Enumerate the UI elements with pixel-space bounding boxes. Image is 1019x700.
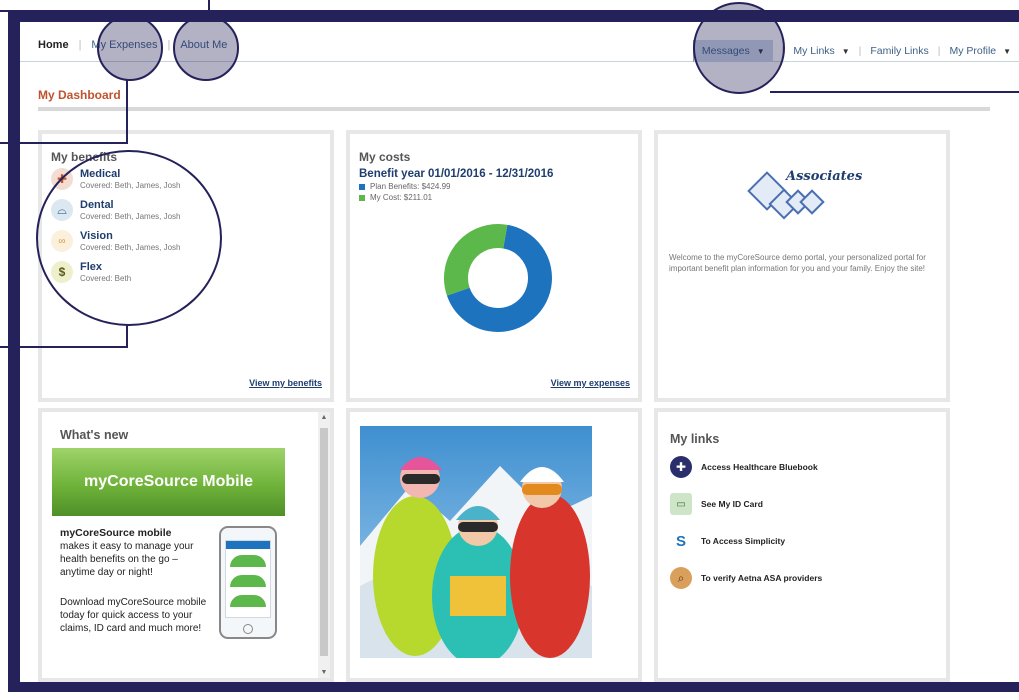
mobile-text-1: makes it easy to manage your health bene…	[60, 541, 194, 578]
scroll-thumb[interactable]	[320, 428, 328, 656]
top-nav: Home | My Expenses | About Me Messages ▼…	[20, 22, 1019, 62]
skiers-photo	[360, 426, 592, 658]
highlight-about-me	[173, 15, 239, 81]
legend-label: My Cost: $211.01	[370, 193, 433, 202]
view-benefits-link[interactable]: View my benefits	[249, 378, 322, 388]
nav-my-profile[interactable]: My Profile ▼	[949, 45, 1011, 57]
id-card-icon: ▭	[670, 493, 692, 515]
nav-sep: |	[858, 45, 862, 57]
callout-line	[770, 91, 1019, 93]
mobile-heading: myCoreSource mobile	[60, 527, 172, 539]
link-healthcare-bluebook[interactable]: ✚ Access Healthcare Bluebook	[670, 456, 822, 478]
link-id-card[interactable]: ▭ See My ID Card	[670, 493, 822, 515]
chevron-down-icon: ▼	[841, 47, 850, 56]
costs-card: My costs Benefit year 01/01/2016 - 12/31…	[346, 130, 642, 402]
costs-title: My costs	[359, 150, 411, 164]
banner-text: myCoreSource Mobile	[84, 473, 253, 490]
photo-card	[346, 408, 642, 682]
scrollbar[interactable]: ▲ ▼	[318, 412, 330, 678]
callout-line	[0, 346, 128, 348]
benefit-year: Benefit year 01/01/2016 - 12/31/2016	[359, 168, 554, 180]
view-expenses-link[interactable]: View my expenses	[551, 378, 630, 388]
associates-logo-text: Associates	[786, 169, 863, 184]
nav-sep: |	[167, 39, 171, 51]
mobile-banner: myCoreSource Mobile	[52, 448, 285, 516]
phone-screen	[225, 540, 271, 618]
nav-my-links[interactable]: My Links ▼	[793, 45, 849, 57]
mobile-text-2: Download myCoreSource mobile today for q…	[60, 597, 207, 634]
legend-swatch	[359, 194, 365, 201]
nav-sep: |	[78, 39, 82, 51]
link-label: To Access Simplicity	[701, 536, 786, 546]
nav-my-links-label: My Links	[793, 45, 835, 57]
whats-new-card: What's new myCoreSource Mobile myCoreSou…	[38, 408, 334, 682]
phone-gauge	[230, 575, 266, 587]
legend-plan-benefits: Plan Benefits: $424.99	[359, 182, 630, 191]
highlight-messages	[693, 2, 785, 94]
divider	[38, 107, 990, 111]
nav-home[interactable]: Home	[38, 39, 69, 51]
callout-line	[126, 324, 128, 348]
cost-donut-chart	[444, 224, 552, 332]
nav-my-profile-label: My Profile	[949, 45, 997, 57]
callout-line	[208, 0, 210, 12]
legend-label: Plan Benefits: $424.99	[370, 182, 451, 191]
link-simplicity[interactable]: S To Access Simplicity	[670, 530, 822, 552]
phone-gauge	[230, 555, 266, 567]
legend-my-cost: My Cost: $211.01	[359, 193, 630, 202]
page-title: My Dashboard	[38, 88, 121, 102]
scroll-up-icon[interactable]: ▲	[318, 412, 330, 421]
callout-line	[126, 79, 128, 144]
scroll-down-icon[interactable]: ▼	[318, 669, 330, 676]
link-label: See My ID Card	[701, 499, 763, 509]
phone-header	[226, 541, 270, 549]
highlight-benefits-list	[36, 150, 222, 326]
simplicity-icon: S	[670, 530, 692, 552]
my-links-title: My links	[670, 432, 720, 446]
highlight-my-expenses	[97, 15, 163, 81]
link-label: To verify Aetna ASA providers	[701, 573, 823, 583]
callout-line	[0, 142, 128, 144]
link-label: Access Healthcare Bluebook	[701, 462, 818, 472]
my-links-card: My links ✚ Access Healthcare Bluebook ▭ …	[654, 408, 950, 682]
search-provider-icon: ⌕	[670, 567, 692, 589]
whats-new-title: What's new	[60, 428, 129, 442]
nav-sep: |	[937, 45, 941, 57]
screen: Home | My Expenses | About Me Messages ▼…	[20, 22, 1019, 682]
welcome-text: Welcome to the myCoreSource demo portal,…	[669, 253, 926, 273]
phone-image	[219, 526, 277, 639]
phone-gauge	[230, 595, 266, 607]
legend-swatch	[359, 183, 365, 190]
healthcare-bluebook-icon: ✚	[670, 456, 692, 478]
chevron-down-icon: ▼	[1003, 47, 1011, 56]
callout-line	[0, 10, 210, 12]
phone-home-button	[243, 624, 253, 634]
associates-card: Associates Welcome to the myCoreSource d…	[654, 130, 950, 402]
link-aetna-providers[interactable]: ⌕ To verify Aetna ASA providers	[670, 567, 822, 589]
nav-family-links[interactable]: Family Links	[870, 45, 928, 57]
